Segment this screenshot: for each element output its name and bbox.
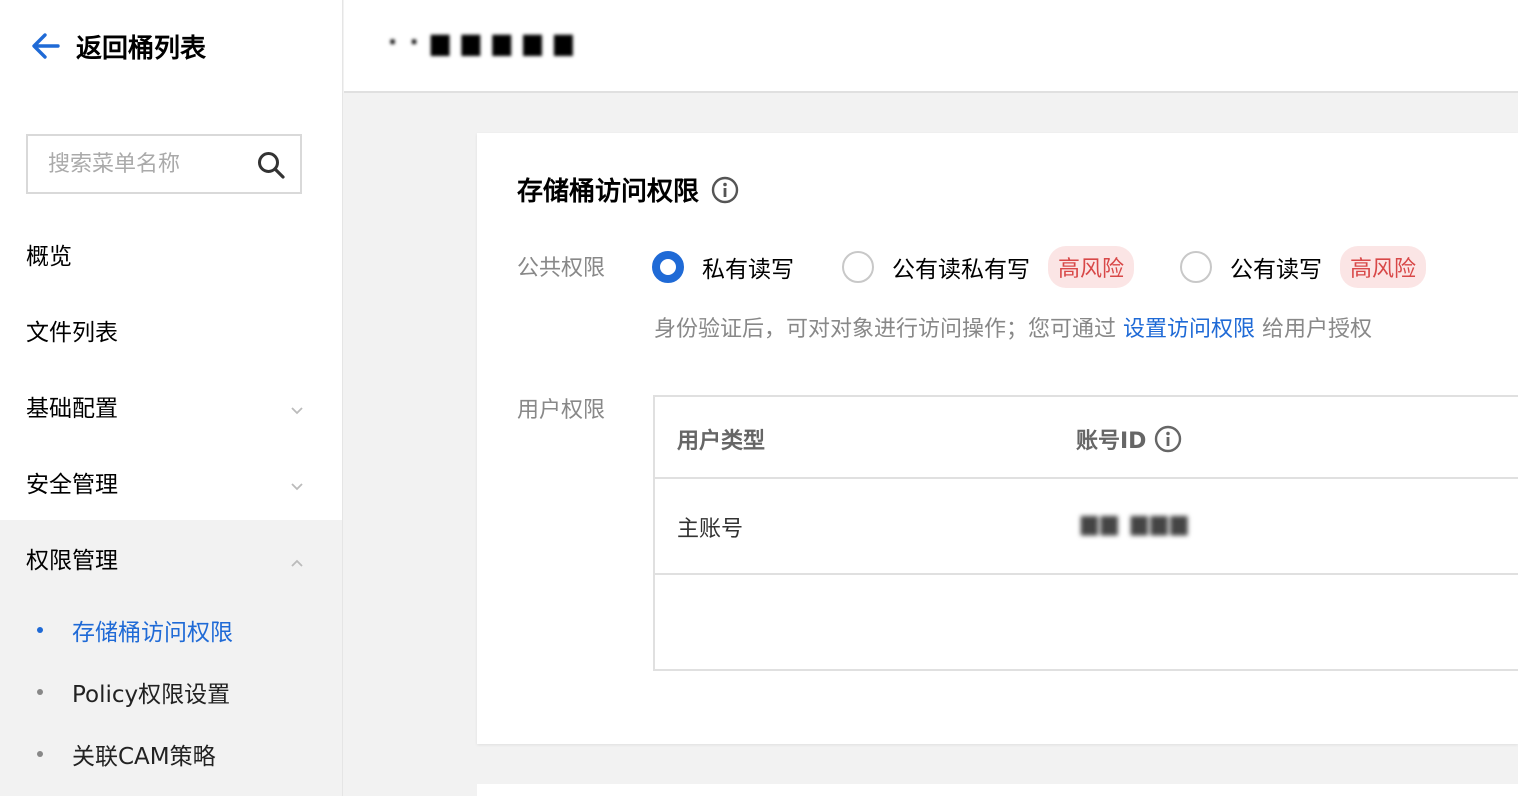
sidebar-item-permissions[interactable]: 权限管理 xyxy=(0,520,342,596)
public-permission-radio-group: 私有读写 公有读私有写 高风险 公有读写 高风险 xyxy=(652,246,1427,288)
bullet-dot xyxy=(37,689,43,695)
arrow-left-icon xyxy=(30,26,62,66)
sidebar-item-label: 基础配置 xyxy=(26,396,118,422)
page-header: · · ▆ ▆ ▆ ▆ ▆ xyxy=(344,0,1518,93)
chevron-down-icon xyxy=(290,398,304,415)
radio-public-rw[interactable]: 公有读写 高风险 xyxy=(1180,246,1427,288)
radio-unchecked-icon xyxy=(842,251,874,283)
sidebar: 返回桶列表 概览 文件列表 基础配置 安全管理 权限管理 存储桶访问权限 xyxy=(0,0,343,796)
sidebar-item-label: 文件列表 xyxy=(26,320,118,346)
column-header-user-type: 用户类型 xyxy=(677,429,766,454)
bullet-dot xyxy=(37,751,43,757)
sidebar-subitem-bucket-acl[interactable]: 存储桶访问权限 xyxy=(0,600,342,660)
menu-search-box xyxy=(26,134,302,194)
radio-label: 私有读写 xyxy=(702,257,794,283)
back-label: 返回桶列表 xyxy=(76,33,207,64)
high-risk-badge: 高风险 xyxy=(1340,246,1427,288)
public-permission-label: 公共权限 xyxy=(517,256,606,281)
radio-public-read-private-write[interactable]: 公有读私有写 高风险 xyxy=(842,246,1135,288)
card-title-row: 存储桶访问权限 xyxy=(517,171,739,208)
menu-search-input[interactable] xyxy=(48,151,248,177)
help-prefix: 身份验证后，可对对象进行访问操作；您可通过 xyxy=(654,317,1117,342)
cell-user-type: 主账号 xyxy=(677,517,744,542)
set-access-permission-link[interactable]: 设置访问权限 xyxy=(1123,317,1255,342)
info-icon[interactable] xyxy=(1154,425,1182,453)
permission-help-text: 身份验证后，可对对象进行访问操作；您可通过 设置访问权限 给用户授权 xyxy=(654,311,1372,343)
sidebar-item-label: 安全管理 xyxy=(26,472,118,498)
chevron-up-icon xyxy=(290,550,304,567)
sidebar-subitem-label: 存储桶访问权限 xyxy=(72,620,233,646)
next-card xyxy=(477,784,1518,796)
column-header-label: 账号ID xyxy=(1076,429,1147,454)
cell-account-id: ▆▆ ▆▆▆ xyxy=(1081,511,1191,536)
table-row: 主账号 ▆▆ ▆▆▆ xyxy=(655,479,1518,575)
sidebar-item-overview[interactable]: 概览 xyxy=(0,216,342,292)
radio-unchecked-icon xyxy=(1180,251,1213,283)
column-header-account-id: 账号ID xyxy=(1076,423,1182,455)
high-risk-badge: 高风险 xyxy=(1048,246,1135,288)
card-title: 存储桶访问权限 xyxy=(517,177,700,207)
help-suffix: 给用户授权 xyxy=(1262,317,1373,342)
radio-checked-icon xyxy=(652,251,684,283)
radio-label: 公有读私有写 xyxy=(892,257,1030,283)
user-permission-label: 用户权限 xyxy=(517,398,606,423)
sidebar-subitem-cam-policy[interactable]: 关联CAM策略 xyxy=(0,724,342,784)
bucket-acl-card: 存储桶访问权限 公共权限 私有读写 公有读私有写 高风险 公有读写 高风险 身份… xyxy=(477,133,1518,744)
user-permission-table: 用户类型 账号ID 主账号 ▆▆ ▆▆▆ xyxy=(653,395,1518,671)
table-header: 用户类型 账号ID xyxy=(655,397,1518,479)
sidebar-item-label: 权限管理 xyxy=(26,548,118,574)
back-to-bucket-list[interactable]: 返回桶列表 xyxy=(30,26,206,66)
chevron-down-icon xyxy=(290,474,304,491)
sidebar-subitem-policy[interactable]: Policy权限设置 xyxy=(0,662,342,722)
sidebar-item-file-list[interactable]: 文件列表 xyxy=(0,292,342,368)
sidebar-item-label: 概览 xyxy=(26,244,72,270)
sidebar-subitem-label: 关联CAM策略 xyxy=(72,744,216,770)
radio-label: 公有读写 xyxy=(1230,257,1323,283)
sidebar-subitem-label: Policy权限设置 xyxy=(72,682,231,708)
search-icon[interactable] xyxy=(256,150,286,180)
radio-private-rw[interactable]: 私有读写 xyxy=(652,250,794,284)
bullet-dot xyxy=(37,627,43,633)
sidebar-item-security[interactable]: 安全管理 xyxy=(0,444,342,520)
sidebar-item-basic-config[interactable]: 基础配置 xyxy=(0,368,342,444)
bucket-name: · · ▆ ▆ ▆ ▆ ▆ xyxy=(388,28,575,56)
info-icon[interactable] xyxy=(711,176,739,204)
